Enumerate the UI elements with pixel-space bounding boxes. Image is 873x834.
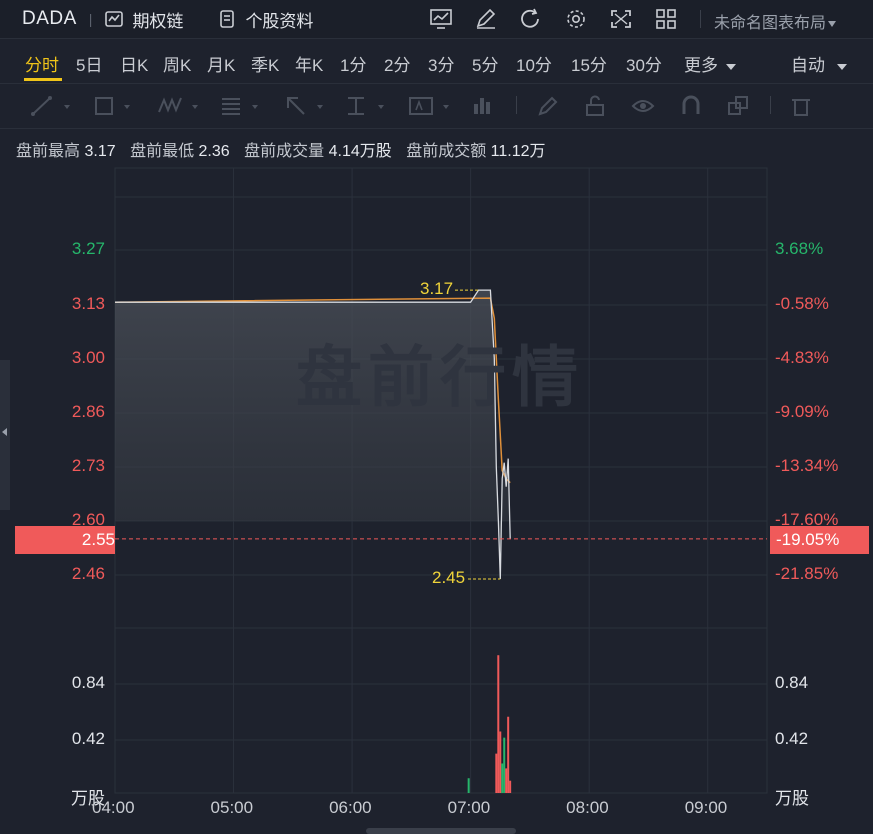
volume-bar bbox=[495, 753, 498, 793]
price-tick-left: 2.73 bbox=[71, 456, 105, 475]
percent-tick-right: 3.68% bbox=[775, 239, 824, 258]
low-marker-label: 2.45 bbox=[432, 568, 466, 587]
time-tick: 07:00 bbox=[447, 798, 491, 817]
time-tick: 08:00 bbox=[566, 798, 609, 817]
time-tick: 09:00 bbox=[684, 798, 728, 817]
price-tick-left: 3.00 bbox=[71, 348, 105, 367]
volume-tick-left: 0.42 bbox=[71, 729, 105, 748]
percent-tick-right: -13.34% bbox=[775, 456, 839, 475]
price-tick-left: 3.13 bbox=[71, 294, 105, 313]
time-tick: 06:00 bbox=[329, 798, 372, 817]
time-tick: 05:00 bbox=[210, 798, 254, 817]
volume-bar bbox=[501, 763, 504, 793]
volume-bar bbox=[507, 716, 510, 793]
volume-bar bbox=[499, 731, 502, 793]
percent-tick-right: -21.85% bbox=[775, 564, 839, 583]
price-tick-left: 2.86 bbox=[71, 402, 105, 421]
current-change-tag-right: -19.05% bbox=[770, 526, 869, 554]
price-tick-left: 2.46 bbox=[71, 564, 105, 583]
volume-tick-left: 0.84 bbox=[71, 673, 105, 692]
volume-tick-right: 0.42 bbox=[775, 729, 809, 748]
volume-bar bbox=[503, 737, 506, 793]
volume-bar bbox=[509, 780, 512, 793]
high-marker-label: 3.17 bbox=[420, 279, 454, 299]
volume-tick-left: 万股 bbox=[71, 789, 105, 808]
percent-tick-right: -0.58% bbox=[775, 294, 829, 313]
current-price-tag-left: 2.55 bbox=[15, 526, 115, 554]
volume-bar bbox=[467, 778, 470, 793]
volume-bar bbox=[505, 768, 508, 793]
time-tick: 04:00 bbox=[92, 798, 135, 817]
watermark: 盘前行情 bbox=[296, 340, 584, 414]
percent-tick-right: -4.83% bbox=[775, 348, 829, 367]
volume-bar bbox=[497, 655, 500, 793]
current-price-value: 2.55 bbox=[81, 530, 115, 549]
price-tick-left: 3.27 bbox=[71, 239, 105, 258]
volume-tick-right: 万股 bbox=[775, 789, 809, 808]
timeline-scrollbar[interactable] bbox=[366, 828, 516, 834]
percent-tick-right: -9.09% bbox=[775, 402, 829, 421]
volume-tick-right: 0.84 bbox=[775, 673, 809, 692]
